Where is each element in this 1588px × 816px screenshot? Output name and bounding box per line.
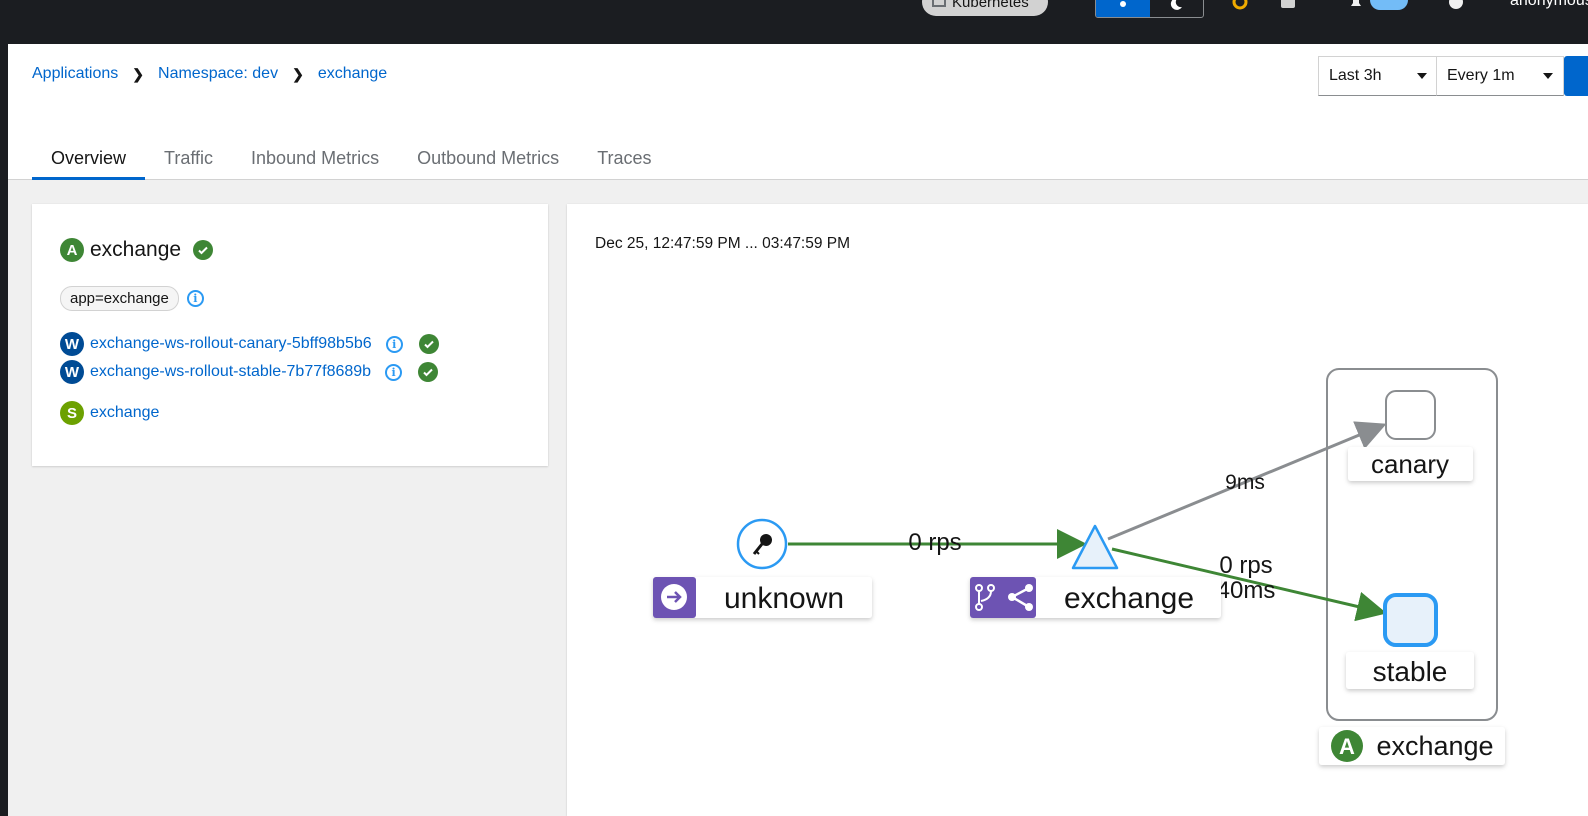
app-box-badge-letter: A <box>1339 734 1355 759</box>
refresh-interval-value: Every 1m <box>1447 67 1515 84</box>
cluster-icon <box>932 0 946 7</box>
theme-toggle[interactable] <box>1095 0 1204 18</box>
masthead: Kubernetes anonymous <box>0 0 1588 44</box>
service-triangle-icon <box>1071 524 1119 570</box>
healthy-check-icon <box>418 362 439 382</box>
service-link[interactable]: exchange <box>90 404 159 422</box>
cluster-selector[interactable]: Kubernetes <box>922 0 1048 16</box>
service-badge: S <box>60 401 84 425</box>
workload-link-stable[interactable]: exchange-ws-rollout-stable-7b77f8689b <box>90 363 371 381</box>
node-label-unknown: unknown <box>724 582 844 615</box>
user-menu[interactable]: anonymous <box>1510 0 1588 10</box>
caret-down-icon <box>1543 73 1553 79</box>
breadcrumb: Applications ❯ Namespace: dev ❯ exchange <box>32 65 387 83</box>
workload-link-canary[interactable]: exchange-ws-rollout-canary-5bff98b5b6 <box>90 335 372 353</box>
help-icon[interactable] <box>1448 0 1464 13</box>
info-icon[interactable]: i <box>385 363 403 381</box>
duration-value: Last 3h <box>1329 67 1382 84</box>
node-label-canary: canary <box>1371 449 1449 479</box>
app-box-label[interactable]: A exchange <box>1319 727 1505 765</box>
healthy-check-icon <box>193 240 214 260</box>
moon-icon <box>1171 0 1183 10</box>
breadcrumb-applications[interactable]: Applications <box>32 65 118 83</box>
app-badge: A <box>60 238 84 262</box>
workload-row: W exchange-ws-rollout-canary-5bff98b5b6 … <box>60 332 439 356</box>
info-icon[interactable]: i <box>186 290 204 307</box>
breadcrumb-namespace[interactable]: Namespace: dev <box>158 65 278 83</box>
node-label-stable: stable <box>1373 656 1448 687</box>
app-box-name: exchange <box>1376 731 1493 761</box>
duration-dropdown[interactable]: Last 3h <box>1318 56 1438 96</box>
tab-bar: Overview Traffic Inbound Metrics Outboun… <box>32 136 671 180</box>
clipboard-icon[interactable] <box>1280 0 1296 13</box>
edge-label-stable-rps: 0 rps <box>1219 552 1272 579</box>
istio-status-icon[interactable] <box>1232 0 1248 13</box>
cluster-label: Kubernetes <box>952 0 1029 11</box>
tab-outbound-metrics[interactable]: Outbound Metrics <box>398 136 578 180</box>
tab-traces[interactable]: Traces <box>578 136 670 180</box>
node-unknown[interactable]: unknown <box>653 518 872 618</box>
app-labels: app=exchange i <box>60 286 204 311</box>
node-label-service: exchange <box>1064 582 1194 615</box>
breadcrumb-separator-icon: ❯ <box>292 65 304 82</box>
refresh-button[interactable] <box>1564 56 1588 96</box>
light-theme-button[interactable] <box>1096 0 1150 17</box>
page-header: Applications ❯ Namespace: dev ❯ exchange… <box>8 44 1588 180</box>
mini-graph-card: Dec 25, 12:47:59 PM ... 03:47:59 PM 0 rp… <box>567 204 1588 816</box>
workload-badge: W <box>60 360 84 384</box>
app-details-card: A exchange app=exchange i W exchange-ws-… <box>32 204 548 466</box>
nav-sidebar-edge <box>0 44 8 816</box>
healthy-check-icon <box>418 334 439 354</box>
node-service-exchange[interactable]: exchange <box>970 524 1221 618</box>
workload-row: W exchange-ws-rollout-stable-7b77f8689b … <box>60 360 439 384</box>
app-name: exchange <box>90 238 182 261</box>
workload-badge: W <box>60 332 84 356</box>
tab-traffic[interactable]: Traffic <box>145 136 232 180</box>
edge-label-stable-ms: 40ms <box>1217 577 1276 604</box>
notification-count-badge[interactable] <box>1370 0 1408 10</box>
sun-icon <box>1119 1 1126 7</box>
app-title-row: A exchange <box>60 238 214 262</box>
app-label-chip: app=exchange <box>60 286 179 311</box>
breadcrumb-separator-icon: ❯ <box>132 65 145 82</box>
dark-theme-button[interactable] <box>1150 0 1204 17</box>
info-icon[interactable]: i <box>385 335 403 353</box>
edge-label-canary-ms: 9ms <box>1225 471 1265 494</box>
service-row: S exchange <box>60 401 159 425</box>
arrow-circle-right-icon <box>661 584 687 610</box>
traffic-graph[interactable]: 0 rps 9ms 0 rps 40ms unknown exchange ca… <box>567 204 1588 816</box>
bell-icon[interactable] <box>1348 0 1364 13</box>
breadcrumb-app[interactable]: exchange <box>318 65 387 83</box>
tab-overview[interactable]: Overview <box>32 136 146 180</box>
refresh-interval-dropdown[interactable]: Every 1m <box>1436 56 1564 96</box>
edge-label-unknown-rps: 0 rps <box>908 529 961 556</box>
caret-down-icon <box>1417 73 1427 79</box>
tab-inbound-metrics[interactable]: Inbound Metrics <box>232 136 398 180</box>
